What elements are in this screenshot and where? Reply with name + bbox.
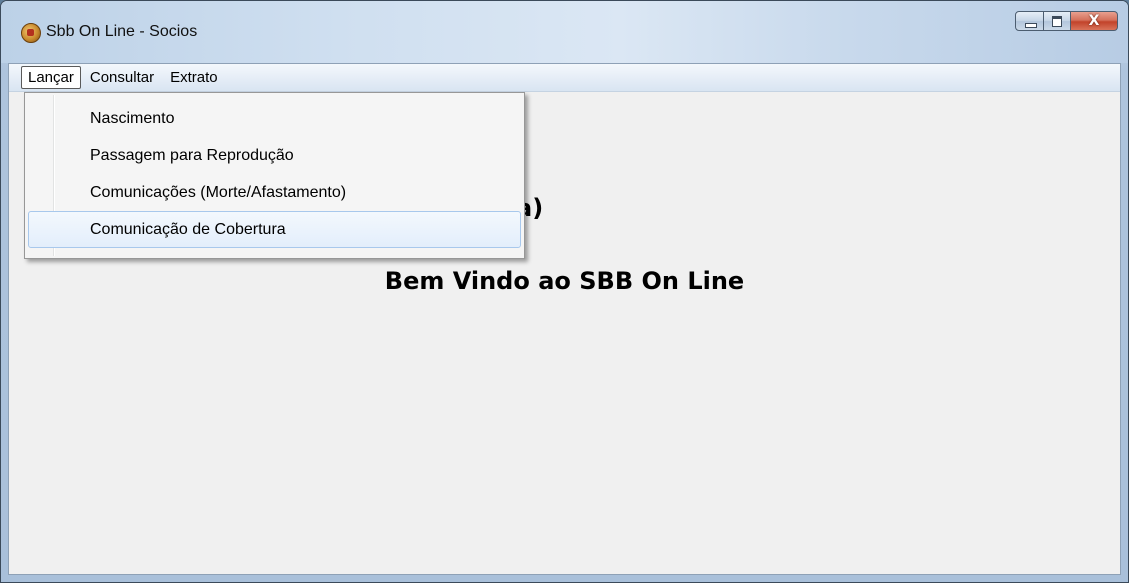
welcome-heading: Bem Vindo ao SBB On Line [384,267,745,295]
menu-consultar[interactable]: Consultar [83,66,161,89]
close-button[interactable]: X [1071,11,1118,31]
menu-extrato[interactable]: Extrato [163,66,225,89]
menu-item-comunicacoes[interactable]: Comunicações (Morte/Afastamento) [28,174,521,211]
menu-item-nascimento[interactable]: Nascimento [28,100,521,137]
title-bar[interactable]: Sbb On Line - Socios X [1,1,1128,63]
caption-buttons: X [1015,11,1118,33]
menu-lancar[interactable]: Lançar [21,66,81,89]
lancar-dropdown-menu: Nascimento Passagem para Reprodução Comu… [24,92,525,259]
app-icon [21,23,41,43]
menu-item-passagem-reproducao[interactable]: Passagem para Reprodução [28,137,521,174]
maximize-button[interactable] [1044,11,1071,31]
app-window: Sbb On Line - Socios X Lançar Consultar … [0,0,1129,583]
minimize-button[interactable] [1015,11,1044,31]
menu-bar: Lançar Consultar Extrato [9,64,1120,92]
menu-item-comunicacao-cobertura[interactable]: Comunicação de Cobertura [28,211,521,248]
window-title: Sbb On Line - Socios [46,23,198,40]
client-area: Lançar Consultar Extrato a) Bem Vindo ao… [8,63,1121,575]
